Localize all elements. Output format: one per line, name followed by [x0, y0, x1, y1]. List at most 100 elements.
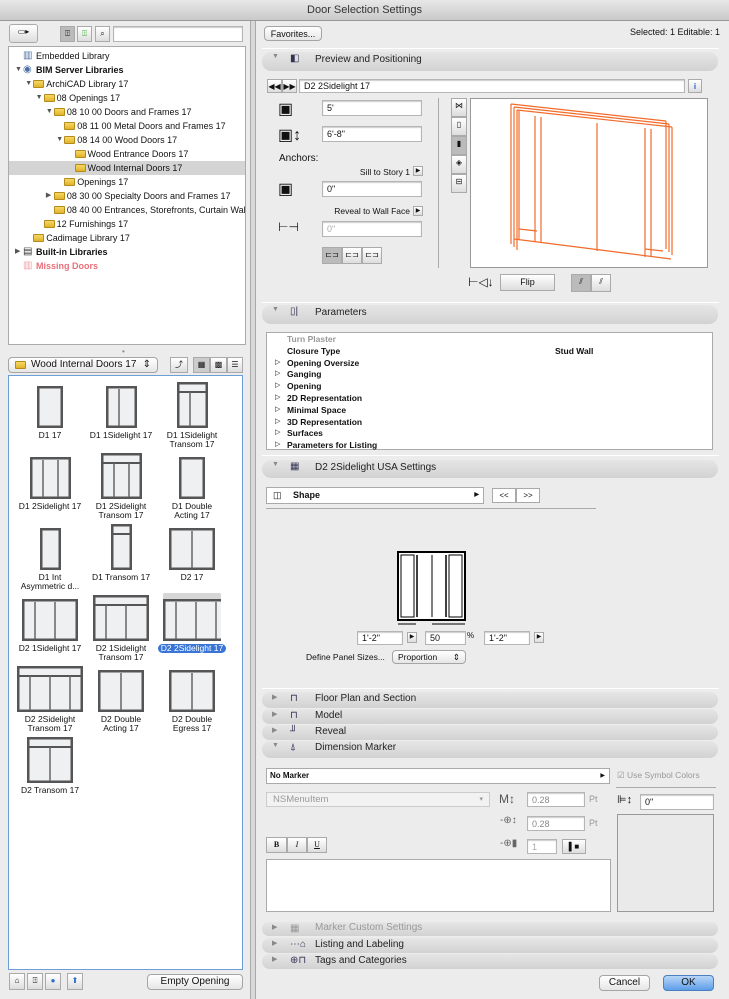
use-symbol-colors-checkbox[interactable]: ☑ Use Symbol Colors: [617, 770, 700, 781]
folder-select[interactable]: Wood Internal Doors 17 ⇕: [8, 357, 158, 373]
center-percent[interactable]: 50: [425, 631, 466, 645]
door-item[interactable]: D2 Double Acting 17: [86, 664, 156, 733]
library-tree[interactable]: ▥ Embedded Library ▼ ◉ BIM Server Libraries ▼…: [8, 46, 246, 345]
define-panel-select[interactable]: Proportion ⇕: [392, 650, 466, 664]
parameter-value[interactable]: Stud Wall: [555, 345, 593, 357]
disclosure-collapsed-icon[interactable]: ▷: [275, 381, 280, 389]
parameter-row[interactable]: ▷ Minimal Space: [267, 404, 712, 416]
parameter-row[interactable]: ▷ Opening: [267, 380, 712, 392]
marker-text-area[interactable]: [266, 859, 611, 912]
panel-divider[interactable]: [250, 21, 256, 999]
height-input[interactable]: 6'-8": [322, 126, 422, 142]
tree-item[interactable]: ▶ 08 30 00 Specialty Doors and Frames 17: [9, 189, 245, 203]
tree-item[interactable]: 08 40 00 Entrances, Storefronts, Curtain…: [9, 203, 245, 217]
disclosure-collapsed-icon[interactable]: ▶: [46, 189, 51, 203]
disclosure-collapsed-icon[interactable]: ▷: [275, 393, 280, 401]
upload-button[interactable]: ⬆: [67, 973, 83, 990]
flip-button[interactable]: Flip: [500, 274, 555, 291]
search-toggle[interactable]: ⌕: [95, 26, 110, 42]
prev-page-button[interactable]: <<: [492, 488, 516, 503]
settings-page-select[interactable]: ◫ Shape ▶: [266, 487, 484, 504]
left-sidelight-width[interactable]: 1'-2": [357, 631, 403, 645]
parent-folder-button[interactable]: ⤴: [170, 357, 188, 373]
opening-side-2[interactable]: ⫽: [591, 274, 611, 292]
object-name-field[interactable]: D2 2Sidelight 17: [299, 79, 685, 93]
favorites-button[interactable]: Favorites...: [264, 26, 322, 41]
splitter-handle[interactable]: •: [122, 347, 125, 356]
view-large-icons[interactable]: ▦: [193, 357, 210, 373]
parameter-row[interactable]: ▷ Ganging: [267, 368, 712, 380]
offset-input[interactable]: 0": [640, 794, 714, 810]
parameter-row[interactable]: ▷ 2D Representation: [267, 392, 712, 404]
section-marker-custom[interactable]: ▶ ▦ Marker Custom Settings: [262, 922, 718, 936]
info-button[interactable]: i: [688, 79, 702, 93]
disclosure-expanded-icon[interactable]: ▼: [46, 105, 53, 119]
view-3d-button[interactable]: ◈: [451, 155, 467, 174]
parameter-row[interactable]: ▷ Surfaces: [267, 427, 712, 439]
sill-anchor-menu[interactable]: ▶: [413, 166, 423, 176]
reveal-anchor-menu[interactable]: ▶: [413, 206, 423, 216]
reveal-input[interactable]: 0": [322, 221, 422, 237]
pen-color-button[interactable]: ▌■: [562, 839, 586, 854]
disclosure-collapsed-icon[interactable]: ▷: [275, 428, 280, 436]
view-section-button[interactable]: ⊟: [451, 174, 467, 193]
empty-opening-button[interactable]: Empty Opening: [147, 974, 243, 990]
parameter-row[interactable]: ▷ 3D Representation: [267, 416, 712, 428]
tree-item[interactable]: ▶ ▤ Built-in Libraries: [9, 245, 245, 259]
circle-size-input[interactable]: 0.28: [527, 816, 585, 831]
local-libraries-toggle[interactable]: ⍐: [60, 26, 75, 42]
text-size-input[interactable]: 0.28: [527, 792, 585, 807]
load-library-button[interactable]: ⌂: [9, 973, 25, 990]
door-item[interactable]: D2 2Sidelight Transom 17: [15, 664, 85, 733]
disclosure-expanded-icon[interactable]: ▼: [56, 133, 63, 147]
tree-item[interactable]: ▼ 08 14 00 Wood Doors 17: [9, 133, 245, 147]
italic-button[interactable]: I: [287, 837, 307, 853]
object-grid[interactable]: D1 17 D1 1Sidelight 17 D1 1Sidelight Trans…: [8, 375, 243, 970]
search-input[interactable]: [113, 26, 243, 42]
marker-type-select[interactable]: No Marker ▶: [266, 768, 610, 784]
tree-item[interactable]: 08 11 00 Metal Doors and Frames 17: [9, 119, 245, 133]
disclosure-collapsed-icon[interactable]: ▶: [15, 245, 20, 259]
pen-input[interactable]: 1: [527, 839, 557, 854]
disclosure-expanded-icon[interactable]: ▼: [36, 91, 43, 105]
width-input[interactable]: 5': [322, 100, 422, 116]
sill-input[interactable]: 0": [322, 181, 422, 197]
view-small-icons[interactable]: ▩: [210, 357, 227, 373]
door-item[interactable]: D1 Transom 17: [86, 522, 156, 582]
tree-item[interactable]: 12 Furnishings 17: [9, 217, 245, 231]
previous-object-button[interactable]: ◀◀: [267, 79, 282, 93]
right-width-menu[interactable]: ▶: [534, 632, 544, 643]
underline-button[interactable]: U: [307, 837, 327, 853]
section-dimension-marker[interactable]: ▼ ⍋ Dimension Marker: [262, 741, 718, 758]
tree-item[interactable]: ▥ Missing Doors: [9, 259, 245, 273]
right-sidelight-width[interactable]: 1'-2": [484, 631, 530, 645]
door-item[interactable]: D2 17: [157, 522, 227, 582]
tree-item[interactable]: ▼ ◉ BIM Server Libraries: [9, 63, 245, 77]
parameter-list[interactable]: Turn Plaster Closure Type Stud Wall ▷ Openin…: [266, 332, 713, 450]
door-item[interactable]: D1 Int Asymmetric d...: [15, 522, 85, 591]
library-manager-button[interactable]: ▭▸: [9, 24, 38, 43]
cancel-button[interactable]: Cancel: [599, 975, 650, 991]
door-item[interactable]: D2 Double Egress 17: [157, 664, 227, 733]
view-plan-button[interactable]: ⋈: [451, 98, 467, 117]
reveal-mode-1[interactable]: ⊏⊐: [322, 247, 342, 264]
next-object-button[interactable]: ▶▶: [282, 79, 297, 93]
section-preview-positioning[interactable]: ▼ ◧ Preview and Positioning: [262, 52, 718, 71]
view-side-button[interactable]: ▮: [451, 136, 467, 155]
section-floor-plan[interactable]: ▶ ⊓ Floor Plan and Section: [262, 692, 718, 708]
parameter-row[interactable]: Turn Plaster: [267, 333, 712, 345]
door-item[interactable]: D1 1Sidelight 17: [86, 380, 156, 440]
disclosure-collapsed-icon[interactable]: ▷: [275, 358, 280, 366]
tree-item[interactable]: Openings 17: [9, 175, 245, 189]
disclosure-collapsed-icon[interactable]: ▷: [275, 417, 280, 425]
section-object-settings[interactable]: ▼ ▦ D2 2Sidelight USA Settings: [262, 460, 718, 478]
section-listing[interactable]: ▶ ⋯⌂ Listing and Labeling: [262, 938, 718, 953]
ok-button[interactable]: OK: [663, 975, 714, 991]
tree-item[interactable]: ▼ 08 10 00 Doors and Frames 17: [9, 105, 245, 119]
disclosure-collapsed-icon[interactable]: ▷: [275, 369, 280, 377]
reveal-mode-3[interactable]: ⊏⊐: [362, 247, 382, 264]
door-item[interactable]: D2 1Sidelight 17: [15, 593, 85, 653]
door-item[interactable]: D2 2Sidelight 17: [157, 593, 227, 653]
tree-item[interactable]: Wood Internal Doors 17: [9, 161, 245, 175]
left-width-menu[interactable]: ▶: [407, 632, 417, 643]
